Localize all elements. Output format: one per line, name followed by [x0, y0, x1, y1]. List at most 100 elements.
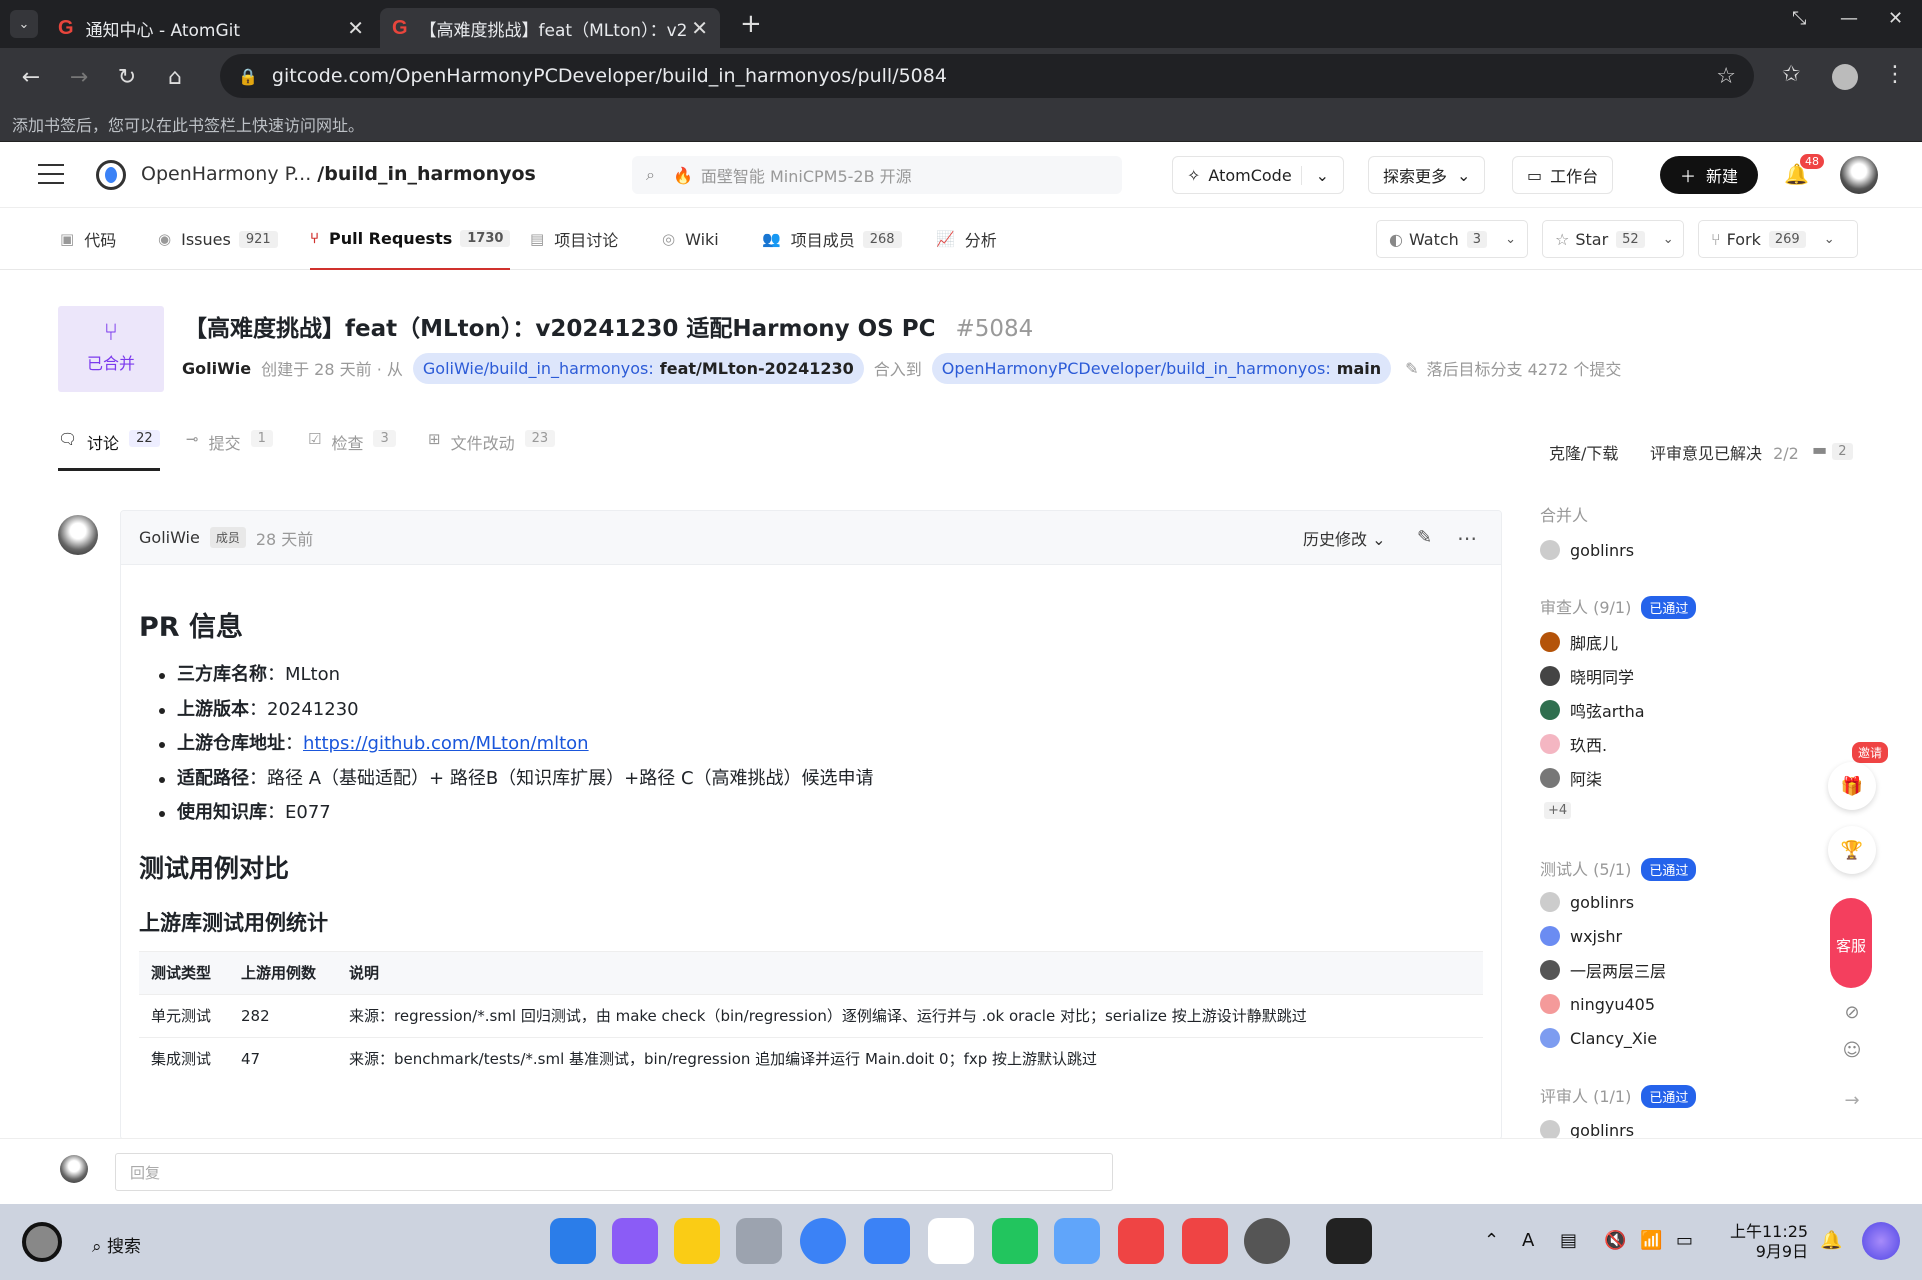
reviewer-person[interactable]: 晓明同学 — [1540, 664, 1634, 688]
favorites-icon[interactable]: ✩ — [1782, 62, 1800, 87]
url-field[interactable]: 🔒 gitcode.com/OpenHarmonyPCDeveloper/bui… — [220, 54, 1754, 98]
hamburger-menu-icon[interactable] — [38, 164, 64, 184]
reviewer-person[interactable]: 玖西. — [1540, 732, 1607, 756]
minimize-window-icon[interactable]: — — [1840, 8, 1858, 29]
input-method-icon[interactable]: A — [1522, 1230, 1534, 1251]
reload-icon[interactable]: ↻ — [110, 65, 144, 90]
tester-person[interactable]: 一层两层三层 — [1540, 958, 1666, 982]
tester-person[interactable]: ningyu405 — [1540, 992, 1655, 1016]
reply-input[interactable]: 回复 — [115, 1153, 1113, 1191]
edit-icon[interactable]: ✎ — [1417, 527, 1432, 548]
notification-icon[interactable]: 🔔 — [1820, 1230, 1842, 1251]
tab-files-changed[interactable]: ⊞ 文件改动 23 — [428, 430, 556, 470]
clipboard-icon[interactable]: ▤ — [1560, 1230, 1577, 1251]
bookmark-star-icon[interactable]: ☆ — [1716, 64, 1736, 89]
invite-badge[interactable]: 邀请 — [1852, 742, 1889, 763]
chevron-down-icon[interactable]: ⌄ — [1300, 165, 1329, 185]
tab-code[interactable]: ▣ 代码 — [60, 208, 116, 270]
music-icon[interactable] — [1054, 1218, 1100, 1264]
more-reviewers-badge[interactable]: +4 — [1544, 802, 1572, 819]
comment-author[interactable]: GoliWie — [139, 528, 200, 547]
avatar[interactable] — [58, 515, 98, 555]
files-icon[interactable] — [674, 1218, 720, 1264]
tab-wiki[interactable]: ◎ Wiki — [662, 208, 719, 270]
start-button[interactable] — [22, 1222, 62, 1262]
new-button[interactable]: ＋ 新建 — [1660, 156, 1758, 194]
volume-icon[interactable]: 🔇 — [1604, 1230, 1626, 1251]
home-icon[interactable]: ⌂ — [158, 65, 192, 90]
workbench-button[interactable]: ▭ 工作台 — [1512, 156, 1614, 194]
reviewer-person[interactable]: 鸣弦artha — [1540, 698, 1645, 722]
clock[interactable]: 上午11:25 9月9日 — [1730, 1222, 1808, 1262]
close-window-icon[interactable]: ✕ — [1888, 8, 1903, 29]
tester-person[interactable]: wxjshr — [1540, 924, 1622, 948]
mail-icon[interactable] — [864, 1218, 910, 1264]
reviewer-person[interactable]: 脚底儿 — [1540, 630, 1618, 654]
more-icon[interactable]: ⋯ — [1457, 526, 1477, 550]
atomcode-button[interactable]: ✧ AtomCode ⌄ — [1172, 156, 1344, 194]
merger-person[interactable]: goblinrs — [1540, 538, 1634, 562]
breadcrumb-org[interactable]: OpenHarmony P... — [141, 163, 311, 185]
back-icon[interactable]: ← — [14, 65, 48, 90]
books-icon[interactable] — [1118, 1218, 1164, 1264]
fork-button[interactable]: ⑂ Fork 269 ⌄ — [1698, 220, 1858, 258]
trash-icon[interactable] — [736, 1218, 782, 1264]
pr-author[interactable]: GoliWie — [182, 359, 251, 378]
browser-tab[interactable]: G 通知中心 - AtomGit ✕ — [46, 8, 376, 48]
chevron-down-icon[interactable]: ⌄ — [1824, 232, 1835, 247]
tab-analytics[interactable]: 📈 分析 — [936, 208, 997, 270]
browser-icon[interactable] — [800, 1218, 846, 1264]
edit-icon[interactable]: ✎ — [1405, 359, 1418, 378]
smile-icon[interactable]: ☺ — [1828, 1026, 1876, 1074]
target-branch-tag[interactable]: OpenHarmonyPCDeveloper/build_in_harmonyo… — [931, 352, 1392, 384]
messages-icon[interactable] — [992, 1218, 1038, 1264]
forward-icon[interactable]: → — [62, 65, 96, 90]
comment-count[interactable]: ▬ 2 — [1812, 440, 1853, 460]
source-branch-tag[interactable]: GoliWie/build_in_harmonyos: feat/MLton-20… — [412, 352, 864, 384]
star-button[interactable]: ☆ Star 52 ⌄ — [1542, 220, 1684, 258]
trophy-icon[interactable]: 🏆 — [1828, 826, 1876, 874]
new-tab-icon[interactable]: + — [740, 9, 762, 39]
customer-service-button[interactable]: 客服 — [1830, 898, 1872, 988]
battery-icon[interactable]: ▭ — [1676, 1230, 1693, 1251]
watch-button[interactable]: ◐ Watch 3 ⌄ — [1376, 220, 1528, 258]
settings-icon[interactable] — [1244, 1218, 1290, 1264]
arrow-right-icon[interactable]: → — [1828, 1076, 1876, 1124]
explore-more-button[interactable]: 探索更多 ⌄ — [1368, 156, 1486, 194]
wifi-icon[interactable]: 📶 — [1640, 1230, 1662, 1251]
photos-icon[interactable] — [928, 1218, 974, 1264]
close-tab-icon[interactable]: ✕ — [691, 16, 708, 40]
profile-icon[interactable] — [1832, 64, 1858, 90]
tab-commits[interactable]: ⊸ 提交 1 — [186, 430, 273, 470]
tab-members[interactable]: 👥 项目成员 268 — [762, 208, 902, 270]
search-input[interactable]: ⌕ 🔥 面壁智能 MiniCPM5-2B 开源 — [632, 156, 1122, 194]
tab-discussion-pr[interactable]: 🗨 讨论 22 — [58, 430, 160, 471]
assistant-icon[interactable] — [1862, 1222, 1900, 1260]
terminal-icon[interactable] — [1326, 1218, 1372, 1264]
multitask-icon[interactable] — [612, 1218, 658, 1264]
upstream-repo-link[interactable]: https://github.com/MLton/mlton — [303, 733, 589, 754]
app-gallery-icon[interactable] — [1182, 1218, 1228, 1264]
chevron-down-icon[interactable]: ⌄ — [1505, 232, 1516, 247]
reviewer-person[interactable]: 阿柒 — [1540, 766, 1602, 790]
tester-person[interactable]: Clancy_Xie — [1540, 1026, 1657, 1050]
tab-pull-requests[interactable]: ⑂ Pull Requests 1730 — [310, 208, 511, 270]
gift-icon[interactable]: 🎁 — [1828, 762, 1876, 810]
restore-window-icon[interactable]: ⤡ — [1792, 8, 1806, 29]
edit-history-dropdown[interactable]: 历史修改 ⌄ — [1303, 526, 1386, 550]
app-launcher-icon[interactable] — [550, 1218, 596, 1264]
chevron-down-icon[interactable]: ⌄ — [1663, 232, 1674, 247]
user-avatar[interactable] — [1840, 156, 1878, 194]
tab-issues[interactable]: ◉ Issues 921 — [158, 208, 278, 270]
chevron-up-icon[interactable]: ⌃ — [1484, 1230, 1499, 1251]
taskbar-search[interactable]: ⌕ 搜索 — [92, 1232, 141, 1257]
breadcrumb-repo[interactable]: /build_in_harmonyos — [317, 163, 536, 185]
org-avatar[interactable] — [96, 160, 126, 190]
browser-tab-active[interactable]: G 【高难度挑战】feat（MLton）：v2 ✕ — [380, 8, 720, 48]
clone-download-button[interactable]: 克隆/下载 — [1549, 440, 1618, 464]
tester-person[interactable]: goblinrs — [1540, 890, 1634, 914]
tab-list-dropdown[interactable]: ⌄ — [10, 10, 38, 38]
tab-checks[interactable]: ☑ 检查 3 — [308, 430, 396, 470]
tab-discussion[interactable]: ▤ 项目讨论 — [530, 208, 618, 270]
menu-icon[interactable]: ⋮ — [1884, 62, 1906, 87]
